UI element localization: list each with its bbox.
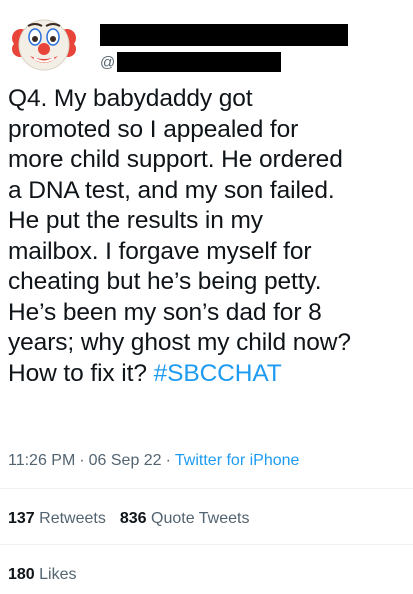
tweet-time[interactable]: 11:26 PM bbox=[8, 452, 75, 469]
divider bbox=[0, 544, 413, 545]
meta-separator: · bbox=[165, 452, 171, 469]
tweet-line: more child support. He ordered bbox=[8, 146, 343, 173]
tweet-line: How to fix it? bbox=[8, 359, 154, 387]
tweet-source-link[interactable]: Twitter for iPhone bbox=[175, 452, 300, 469]
divider bbox=[0, 488, 413, 489]
tweet-line: promoted so I appealed for bbox=[8, 115, 299, 143]
meta-separator: · bbox=[79, 452, 85, 469]
quotes-label: Quote Tweets bbox=[151, 510, 250, 527]
tweet-line: cheating but he’s being petty. bbox=[8, 268, 322, 295]
engagement-stats: 137 Retweets 836 Quote Tweets bbox=[8, 510, 249, 528]
quote-tweets-stat[interactable]: 836 Quote Tweets bbox=[120, 510, 250, 527]
redacted-handle bbox=[117, 52, 282, 72]
tweet-header: @ bbox=[8, 8, 408, 78]
clown-face-icon[interactable] bbox=[12, 12, 76, 76]
tweet-meta: 11:26 PM · 06 Sep 22 · Twitter for iPhone bbox=[8, 452, 408, 470]
retweets-label: Retweets bbox=[39, 510, 106, 527]
retweets-count: 137 bbox=[8, 510, 35, 527]
user-handle[interactable]: @ bbox=[100, 52, 282, 72]
likes-stat[interactable]: 180 Likes bbox=[8, 566, 77, 584]
redacted-display-name bbox=[100, 24, 348, 46]
tweet-line: mailbox. I forgave myself for bbox=[8, 237, 312, 265]
likes-label: Likes bbox=[39, 566, 77, 583]
tweet-line: a DNA test, and my son failed. bbox=[8, 176, 335, 204]
tweet-text: Q4. My babydaddy got promoted so I appea… bbox=[8, 84, 410, 389]
retweets-stat[interactable]: 137 Retweets bbox=[8, 510, 106, 527]
tweet-line: Q4. My babydaddy got bbox=[8, 85, 253, 112]
tweet-line: years; why ghost my child now? bbox=[8, 329, 351, 356]
likes-count: 180 bbox=[8, 566, 35, 583]
hashtag-link[interactable]: #SBCCHAT bbox=[154, 360, 282, 387]
handle-at-sign: @ bbox=[100, 53, 116, 71]
quotes-count: 836 bbox=[119, 510, 147, 527]
tweet-line: He’s been my son’s dad for 8 bbox=[8, 298, 322, 326]
tweet-date[interactable]: 06 Sep 22 bbox=[89, 452, 162, 469]
tweet-line: He put the results in my bbox=[8, 207, 263, 234]
